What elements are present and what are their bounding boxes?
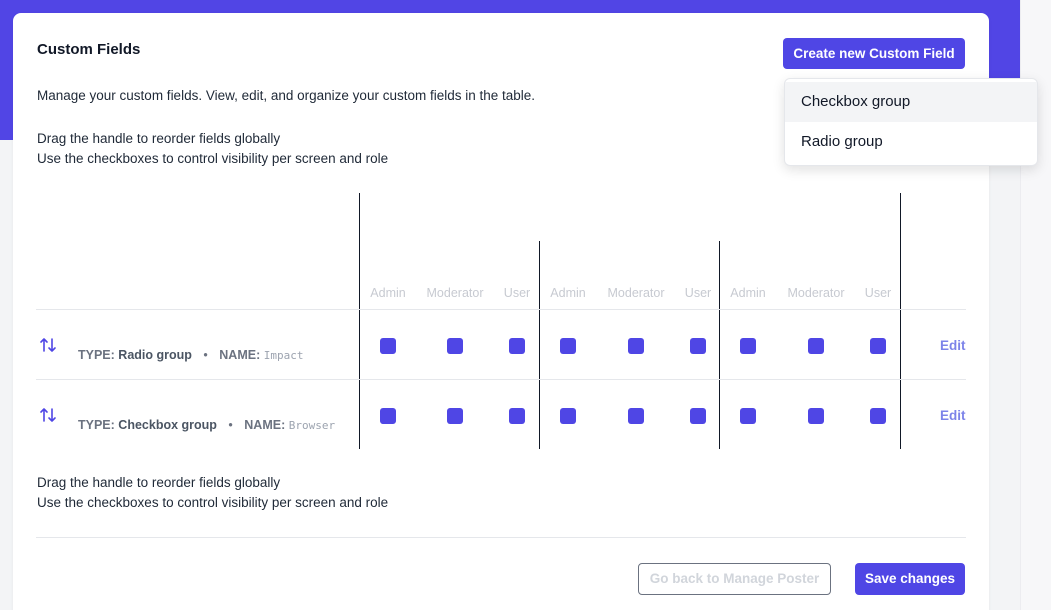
column-header-admin: Admin (370, 286, 406, 300)
visibility-checkbox[interactable] (509, 408, 525, 424)
visibility-checkbox[interactable] (870, 338, 886, 354)
footer-divider (36, 537, 966, 538)
visibility-checkbox[interactable] (509, 338, 525, 354)
page-description: Manage your custom fields. View, edit, a… (37, 88, 536, 103)
type-value: Radio group (118, 348, 192, 362)
type-label: TYPE: (78, 348, 115, 362)
column-header-admin: Admin (730, 286, 766, 300)
name-value: Impact (263, 349, 304, 362)
arrows-up-down-icon[interactable] (38, 335, 58, 355)
visibility-checkbox[interactable] (447, 338, 463, 354)
visibility-checkbox[interactable] (740, 408, 756, 424)
visibility-checkbox[interactable] (628, 408, 644, 424)
hint-line: Use the checkboxes to control visibility… (37, 495, 389, 510)
visibility-checkbox[interactable] (690, 338, 706, 354)
column-header-user: User (684, 286, 712, 300)
name-value: Browser (288, 419, 336, 432)
visibility-checkbox[interactable] (690, 408, 706, 424)
visibility-checkbox[interactable] (380, 338, 396, 354)
reorder-hint-top: Drag the handle to reorder fields global… (37, 129, 388, 169)
hint-line: Drag the handle to reorder fields global… (37, 131, 281, 146)
group-divider (359, 193, 360, 449)
edit-link[interactable]: Edit (940, 408, 966, 423)
separator-dot: • (228, 418, 233, 432)
row-divider (36, 379, 966, 380)
arrows-up-down-icon[interactable] (38, 405, 58, 425)
visibility-checkbox[interactable] (560, 338, 576, 354)
type-value: Checkbox group (118, 418, 217, 432)
visibility-checkbox[interactable] (870, 408, 886, 424)
visibility-checkbox[interactable] (380, 408, 396, 424)
group-divider (539, 241, 540, 449)
field-meta: TYPE: Radio group • NAME: Impact (78, 348, 303, 362)
field-meta: TYPE: Checkbox group • NAME: Browser (78, 418, 335, 432)
hint-line: Drag the handle to reorder fields global… (37, 475, 281, 490)
column-header-moderator: Moderator (426, 286, 484, 300)
field-type-dropdown: Checkbox group Radio group (784, 78, 1038, 166)
header-divider (36, 309, 966, 310)
column-header-user: User (503, 286, 531, 300)
reorder-hint-bottom: Drag the handle to reorder fields global… (37, 473, 388, 513)
name-label: NAME: (244, 418, 286, 432)
visibility-checkbox[interactable] (560, 408, 576, 424)
dropdown-item-checkbox-group[interactable]: Checkbox group (785, 82, 1037, 122)
type-label: TYPE: (78, 418, 115, 432)
visibility-checkbox[interactable] (808, 338, 824, 354)
visibility-checkbox[interactable] (447, 408, 463, 424)
column-header-user: User (864, 286, 892, 300)
create-custom-field-button[interactable]: Create new Custom Field (783, 38, 965, 69)
visibility-checkbox[interactable] (740, 338, 756, 354)
visibility-checkbox[interactable] (808, 408, 824, 424)
column-header-moderator: Moderator (787, 286, 845, 300)
page-title: Custom Fields (37, 41, 141, 58)
hint-line: Use the checkboxes to control visibility… (37, 151, 389, 166)
custom-fields-table: Admin Moderator User Admin Moderator Use… (36, 193, 966, 449)
group-divider (900, 193, 901, 449)
back-to-manage-poster-button[interactable]: Go back to Manage Poster (638, 563, 831, 595)
separator-dot: • (203, 348, 208, 362)
save-changes-button[interactable]: Save changes (855, 563, 965, 595)
column-header-moderator: Moderator (607, 286, 665, 300)
dropdown-item-radio-group[interactable]: Radio group (785, 122, 1037, 162)
visibility-checkbox[interactable] (628, 338, 644, 354)
name-label: NAME: (219, 348, 261, 362)
column-header-admin: Admin (550, 286, 586, 300)
group-divider (719, 241, 720, 449)
edit-link[interactable]: Edit (940, 338, 966, 353)
